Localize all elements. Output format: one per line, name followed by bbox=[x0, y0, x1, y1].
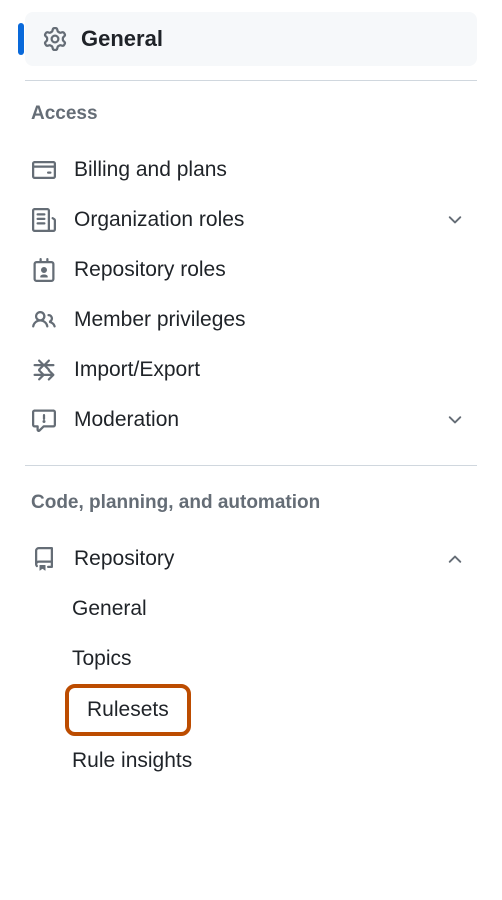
chevron-down-icon bbox=[445, 410, 471, 430]
sidebar-item-billing[interactable]: Billing and plans bbox=[25, 145, 477, 195]
org-roles-label: Organization roles bbox=[74, 208, 445, 232]
credit-card-icon bbox=[31, 158, 57, 182]
moderation-label: Moderation bbox=[74, 408, 445, 432]
id-badge-icon bbox=[31, 258, 57, 282]
report-icon bbox=[31, 408, 57, 432]
chevron-up-icon bbox=[445, 549, 471, 569]
sidebar-item-general[interactable]: General bbox=[25, 12, 477, 66]
repo-roles-label: Repository roles bbox=[74, 258, 471, 282]
repository-label: Repository bbox=[74, 547, 445, 571]
import-export-label: Import/Export bbox=[74, 358, 471, 382]
divider bbox=[25, 80, 477, 81]
sidebar-item-organization-roles[interactable]: Organization roles bbox=[25, 195, 477, 245]
arrows-swap-icon bbox=[31, 358, 57, 382]
people-icon bbox=[31, 308, 57, 332]
organization-icon bbox=[31, 208, 57, 232]
section-heading-code: Code, planning, and automation bbox=[25, 492, 477, 514]
section-heading-access: Access bbox=[25, 103, 477, 125]
sidebar-item-moderation[interactable]: Moderation bbox=[25, 395, 477, 445]
sidebar-item-import-export[interactable]: Import/Export bbox=[25, 345, 477, 395]
sub-item-topics[interactable]: Topics bbox=[25, 634, 477, 684]
sub-item-general[interactable]: General bbox=[25, 584, 477, 634]
gear-icon bbox=[43, 27, 67, 51]
divider bbox=[25, 465, 477, 466]
member-priv-label: Member privileges bbox=[74, 308, 471, 332]
sidebar-item-repository[interactable]: Repository bbox=[25, 534, 477, 584]
general-label: General bbox=[81, 26, 163, 52]
sidebar-item-repository-roles[interactable]: Repository roles bbox=[25, 245, 477, 295]
sub-item-rulesets[interactable]: Rulesets bbox=[65, 684, 191, 736]
active-indicator bbox=[18, 23, 24, 55]
sidebar-item-member-privileges[interactable]: Member privileges bbox=[25, 295, 477, 345]
repo-icon bbox=[31, 547, 57, 571]
sub-item-rule-insights[interactable]: Rule insights bbox=[25, 736, 477, 786]
billing-label: Billing and plans bbox=[74, 158, 471, 182]
chevron-down-icon bbox=[445, 210, 471, 230]
